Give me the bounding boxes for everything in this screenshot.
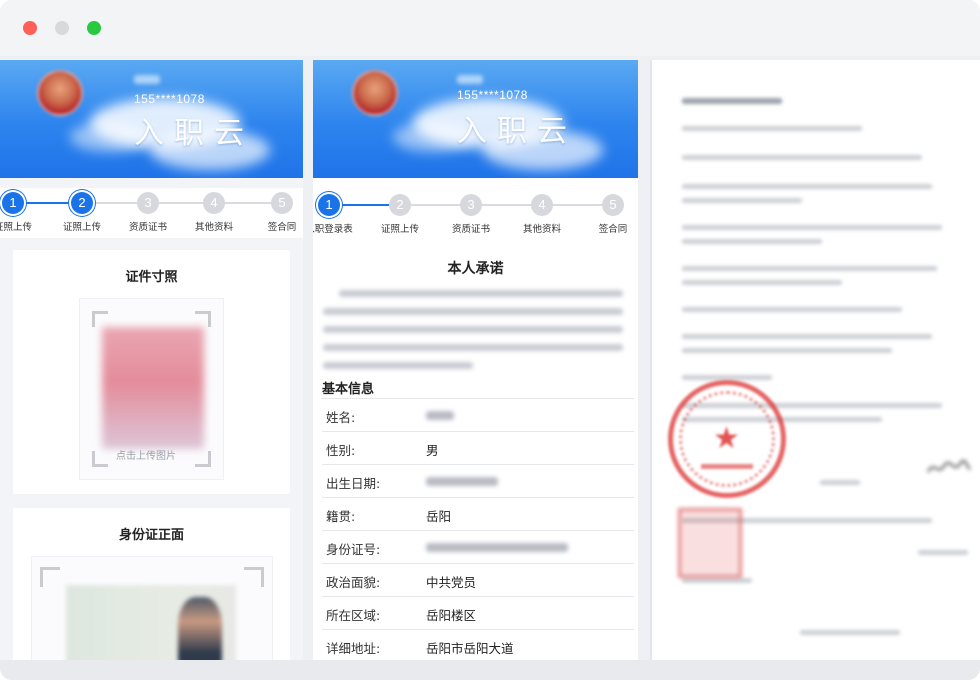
step-1[interactable]: 1 证照上传 (0, 192, 43, 233)
phone-number: 155****1078 (134, 92, 205, 106)
maximize-window-button[interactable] (87, 21, 101, 35)
profile-banner: 155****1078 入职云 (0, 60, 303, 178)
close-window-button[interactable] (23, 21, 37, 35)
field-row-political-status[interactable]: 政治面貌: 中共党员 (322, 564, 634, 597)
basic-info-heading: 基本信息 (322, 382, 375, 397)
blurred-value (426, 411, 454, 420)
title-bar (0, 0, 980, 56)
upload-hint-text: 点击上传图片 (116, 451, 176, 462)
field-row-name[interactable]: 姓名: (322, 399, 634, 432)
blurred-name (134, 75, 160, 84)
step-1[interactable]: 1 入职登录表 (313, 194, 359, 235)
step-5[interactable]: 5 签合同 (583, 194, 638, 235)
field-row-region[interactable]: 所在区域: 岳阳楼区 (322, 597, 634, 630)
phone-number: 155****1078 (457, 88, 528, 102)
middle-phone-screen: 155****1078 入职云 1 入职登录表 2 证照上传 3 资质证书 4 … (313, 60, 638, 660)
signature-icon (927, 459, 971, 473)
brand-title: 入职云 (457, 114, 577, 149)
field-row-hometown[interactable]: 籍贯: 岳阳 (322, 498, 634, 531)
step-2[interactable]: 2 证照上传 (52, 192, 112, 233)
left-phone-screen: 155****1078 入职云 1 证照上传 2 证照上传 3 资质证书 4 其… (0, 60, 303, 660)
blurred-value (426, 543, 568, 552)
field-row-id-number[interactable]: 身份证号: (322, 531, 634, 564)
personal-stamp-icon (678, 508, 742, 578)
uploaded-photo (102, 327, 204, 449)
id-card-portrait (178, 597, 222, 660)
progress-steps: 1 证照上传 2 证照上传 3 资质证书 4 其他资料 5 签合同 (0, 188, 303, 238)
promise-heading: 本人承诺 (447, 261, 504, 277)
step-5[interactable]: 5 签合同 (252, 192, 303, 233)
id-card-upload-area[interactable] (31, 556, 273, 660)
blurred-name (457, 75, 483, 84)
window-bottom-strip (0, 660, 980, 680)
photo-card-title: 证件寸照 (125, 270, 178, 285)
field-row-gender[interactable]: 性别: 男 (322, 432, 634, 465)
avatar[interactable] (352, 70, 398, 116)
id-card-title: 身份证正面 (118, 528, 184, 543)
minimize-window-button[interactable] (55, 21, 69, 35)
app-window: 155****1078 入职云 1 证照上传 2 证照上传 3 资质证书 4 其… (0, 0, 980, 680)
field-row-address[interactable]: 详细地址: 岳阳市岳阳大道 (322, 630, 634, 660)
step-4[interactable]: 4 其他资料 (184, 192, 244, 233)
step-3[interactable]: 3 资质证书 (441, 194, 501, 235)
step-2[interactable]: 2 证照上传 (370, 194, 430, 235)
field-row-birthdate[interactable]: 出生日期: (322, 465, 634, 498)
step-4[interactable]: 4 其他资料 (512, 194, 572, 235)
brand-title: 入职云 (134, 116, 254, 151)
photo-upload-card: 证件寸照 点击上传图片 (13, 250, 290, 494)
contract-document-screen[interactable]: ★ (650, 60, 980, 660)
blurred-value (426, 477, 498, 486)
id-card-front-card: 身份证正面 (13, 508, 290, 660)
step-3[interactable]: 3 资质证书 (118, 192, 178, 233)
photo-upload-area[interactable]: 点击上传图片 (79, 298, 224, 480)
profile-banner: 155****1078 入职云 (313, 60, 638, 178)
progress-steps: 1 入职登录表 2 证照上传 3 资质证书 4 其他资料 5 签合同 (313, 190, 638, 240)
avatar[interactable] (37, 70, 83, 116)
official-seal-icon: ★ (668, 380, 786, 498)
